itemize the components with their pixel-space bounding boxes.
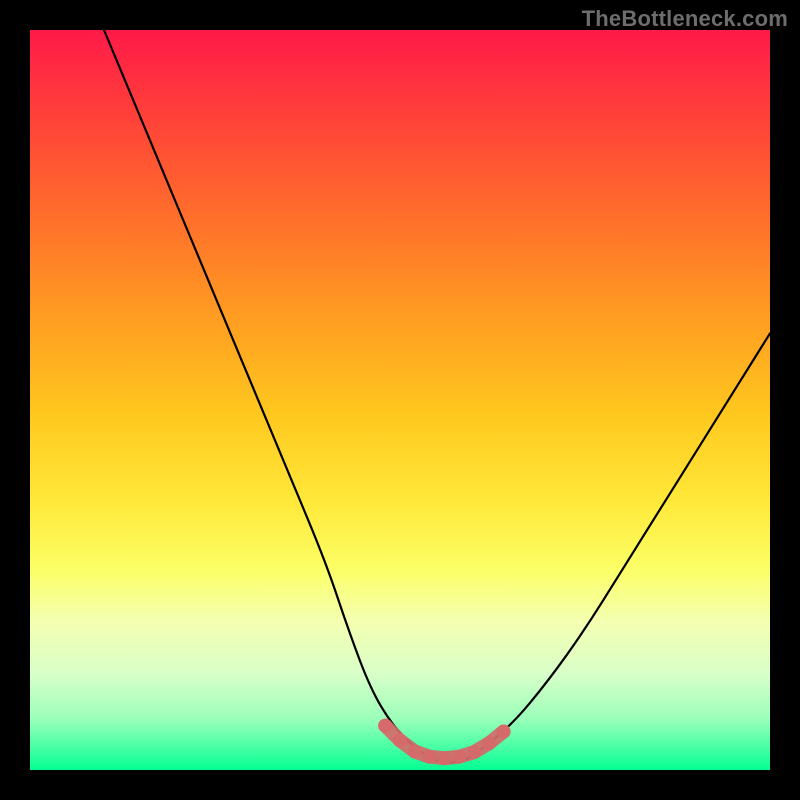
watermark-text: TheBottleneck.com <box>582 6 788 32</box>
plot-area <box>30 30 770 770</box>
chart-svg <box>30 30 770 770</box>
valley-marker <box>452 750 466 764</box>
valley-highlight-markers <box>378 719 510 766</box>
valley-marker <box>497 725 511 739</box>
valley-marker <box>423 750 437 764</box>
bottleneck-curve <box>104 30 770 763</box>
valley-marker <box>378 719 392 733</box>
valley-marker <box>408 745 422 759</box>
valley-marker <box>437 751 451 765</box>
valley-marker <box>393 733 407 747</box>
valley-marker <box>467 745 481 759</box>
chart-frame: TheBottleneck.com <box>0 0 800 800</box>
valley-marker <box>482 736 496 750</box>
